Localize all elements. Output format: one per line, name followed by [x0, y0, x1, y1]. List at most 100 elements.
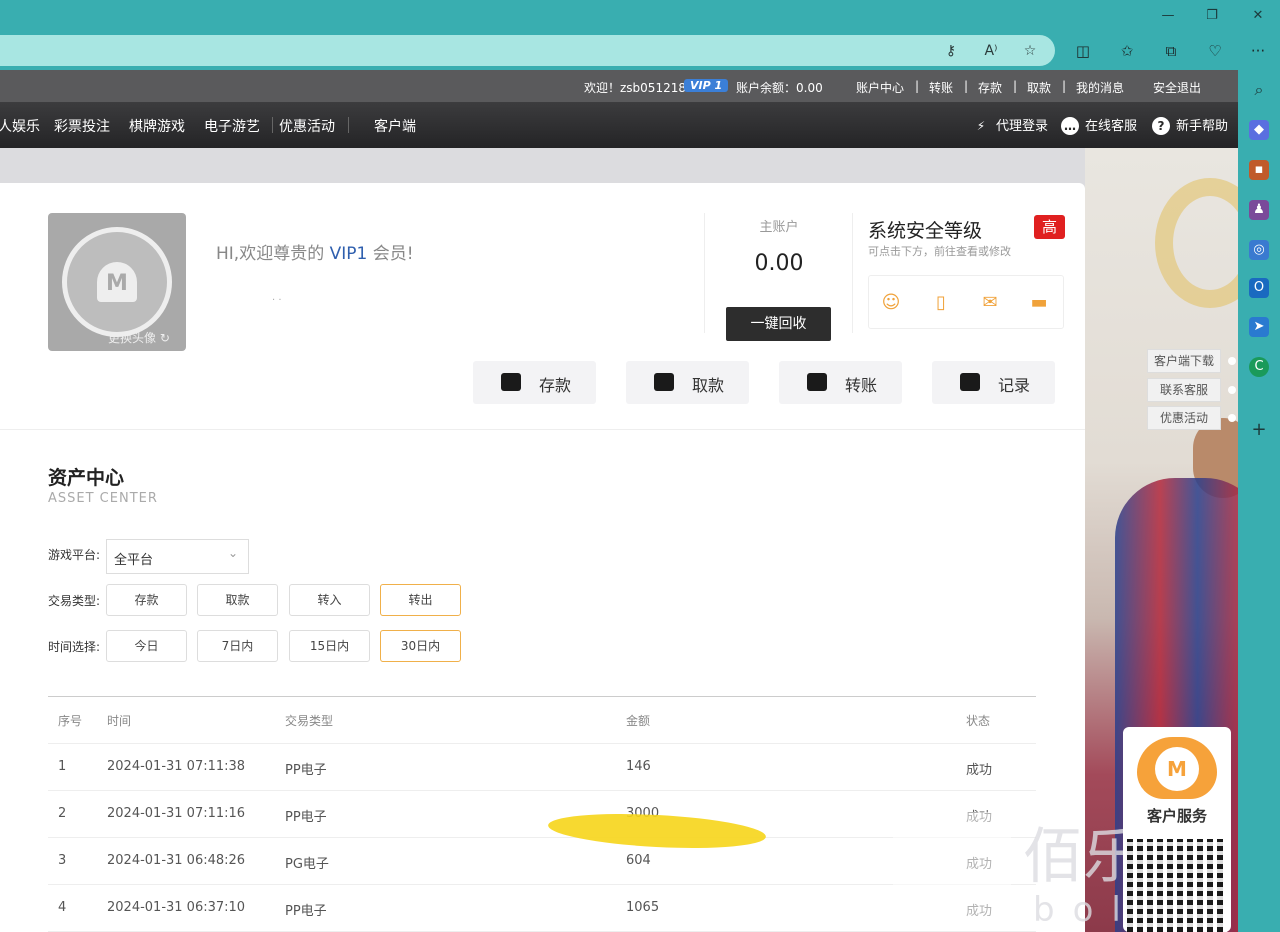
restore-icon[interactable]: ❐: [1202, 6, 1222, 26]
nav-item[interactable]: 棋牌游戏: [129, 116, 185, 136]
header-amount: 金额: [626, 714, 651, 728]
briefcase-icon[interactable]: ▪: [1249, 160, 1269, 180]
agent-login-link[interactable]: ⚡ 代理登录: [972, 115, 1048, 135]
row-amount: 604: [626, 853, 651, 868]
collections-icon[interactable]: ⧉: [1161, 41, 1181, 61]
table-header: 序号 时间 交易类型 金额 状态: [48, 696, 1036, 744]
header-time: 时间: [107, 714, 132, 728]
games-icon[interactable]: ♟: [1249, 200, 1269, 220]
minimize-icon[interactable]: —: [1158, 6, 1178, 26]
table-row: 2 2024-01-31 07:11:16 PP电子 3000 成功: [48, 791, 1036, 838]
deposit-link[interactable]: 存款: [978, 79, 1002, 96]
platform-select[interactable]: 全平台 ⌄: [106, 539, 249, 574]
search-icon[interactable]: ⌕: [1249, 80, 1269, 100]
account-center-link[interactable]: 账户中心: [856, 79, 904, 96]
row-type: PP电子: [285, 810, 327, 825]
withdraw-link[interactable]: 取款: [1027, 79, 1051, 96]
security-level-badge: 高: [1034, 215, 1065, 239]
help-icon: ?: [1152, 117, 1170, 135]
row-index: 3: [58, 853, 67, 868]
outlook-icon[interactable]: O: [1249, 278, 1269, 298]
welcome-text: 欢迎！zsb051218: [584, 81, 686, 95]
float-contact-service[interactable]: 联系客服: [1147, 378, 1221, 402]
row-type: PG电子: [285, 857, 329, 872]
type-label: 交易类型:: [48, 594, 101, 608]
browser-sidebar: ⌕ ◆ ▪ ♟ ◎ O ➤ C +: [1238, 70, 1280, 932]
time-30days-button[interactable]: 30日内: [380, 630, 461, 662]
vip-badge: VIP 1: [684, 79, 729, 92]
split-screen-icon[interactable]: ◫: [1073, 41, 1093, 61]
asset-center-subtitle: ASSET CENTER: [48, 491, 158, 506]
send-icon[interactable]: ➤: [1249, 317, 1269, 337]
security-level-title: 系统安全等级: [868, 220, 983, 242]
nav-item[interactable]: 彩票投注: [54, 116, 110, 136]
address-bar[interactable]: ⚷ A⁾ ☆: [0, 35, 1055, 66]
more-icon[interactable]: ···: [1248, 41, 1268, 61]
agent-login-label: 代理登录: [996, 119, 1049, 134]
star-icon[interactable]: ☆: [1021, 42, 1039, 60]
time-15days-button[interactable]: 15日内: [289, 630, 370, 662]
nav-item[interactable]: 优惠活动: [279, 116, 335, 136]
c-app-icon[interactable]: C: [1249, 357, 1269, 377]
transfer-link[interactable]: 转账: [929, 79, 953, 96]
bank-card-icon[interactable]: ▬: [1027, 292, 1051, 314]
read-aloud-icon[interactable]: A⁾: [982, 42, 1000, 60]
type-withdraw-button[interactable]: 取款: [197, 584, 278, 616]
add-icon[interactable]: +: [1249, 420, 1269, 440]
platform-value: 全平台: [114, 553, 154, 568]
record-button[interactable]: 记录: [932, 361, 1055, 404]
withdraw-button[interactable]: 取款: [626, 361, 749, 404]
table-row: 1 2024-01-31 07:11:38 PP电子 146 成功: [48, 744, 1036, 791]
nav-item[interactable]: 客户端: [374, 116, 416, 136]
tag-icon[interactable]: ◆: [1249, 120, 1269, 140]
chat-icon: …: [1061, 117, 1079, 135]
nav-divider: [272, 117, 273, 133]
divider: [0, 429, 1085, 430]
logout-link[interactable]: 安全退出: [1153, 79, 1201, 96]
row-amount: 146: [626, 759, 651, 774]
change-avatar-button[interactable]: 更换头像 ↻: [108, 329, 170, 346]
time-7days-button[interactable]: 7日内: [197, 630, 278, 662]
cs-logo-icon: M: [1155, 747, 1199, 791]
mail-icon[interactable]: ✉: [978, 292, 1002, 314]
qr-code-pattern: [1127, 839, 1227, 932]
avatar[interactable]: M 更换头像 ↻: [48, 213, 186, 351]
main-account-label: 主账户: [759, 220, 799, 235]
type-transfer-out-button[interactable]: 转出: [380, 584, 461, 616]
link-sep: |: [915, 79, 920, 93]
user-card-icon[interactable]: ☺: [879, 292, 903, 314]
nav-item[interactable]: 人娱乐: [0, 116, 40, 136]
extensions-icon[interactable]: ♡: [1205, 41, 1225, 61]
table-row: 4 2024-01-31 06:37:10 PP电子 1065 成功: [48, 885, 1036, 932]
header-type: 交易类型: [285, 714, 334, 728]
balance-text: 账户余额：0.00: [736, 81, 823, 95]
transfer-label: 转账: [845, 376, 878, 395]
customer-service-widget[interactable]: M 客户服务: [1123, 727, 1231, 932]
key-icon[interactable]: ⚷: [942, 42, 960, 60]
type-deposit-button[interactable]: 存款: [106, 584, 187, 616]
type-transfer-in-button[interactable]: 转入: [289, 584, 370, 616]
float-promotions[interactable]: 优惠活动: [1147, 406, 1221, 430]
phone-icon[interactable]: ▯: [929, 292, 953, 314]
headset-icon: M: [1137, 737, 1217, 799]
avatar-logo: M: [62, 227, 172, 337]
time-today-button[interactable]: 今日: [106, 630, 187, 662]
withdraw-card-icon: [654, 373, 674, 391]
online-service-link[interactable]: … 在线客服: [1061, 115, 1137, 135]
one-click-recycle-button[interactable]: 一键回收: [726, 307, 831, 341]
wallet-icon: [501, 373, 521, 391]
online-service-label: 在线客服: [1085, 119, 1138, 134]
row-index: 1: [58, 759, 67, 774]
favorites-icon[interactable]: ✩: [1117, 41, 1137, 61]
deposit-button[interactable]: 存款: [473, 361, 596, 404]
row-time: 2024-01-31 06:37:10: [107, 900, 246, 915]
copilot-icon[interactable]: ◎: [1249, 240, 1269, 260]
help-link[interactable]: ? 新手帮助: [1152, 115, 1228, 135]
messages-link[interactable]: 我的消息: [1076, 79, 1124, 96]
float-client-download[interactable]: 客户端下载: [1147, 349, 1221, 373]
close-icon[interactable]: ✕: [1248, 6, 1268, 26]
nav-item[interactable]: 电子游艺: [204, 116, 260, 136]
row-type: PP电子: [285, 904, 327, 919]
transfer-button[interactable]: 转账: [779, 361, 902, 404]
security-icons-panel: ☺ ▯ ✉ ▬: [868, 275, 1064, 329]
